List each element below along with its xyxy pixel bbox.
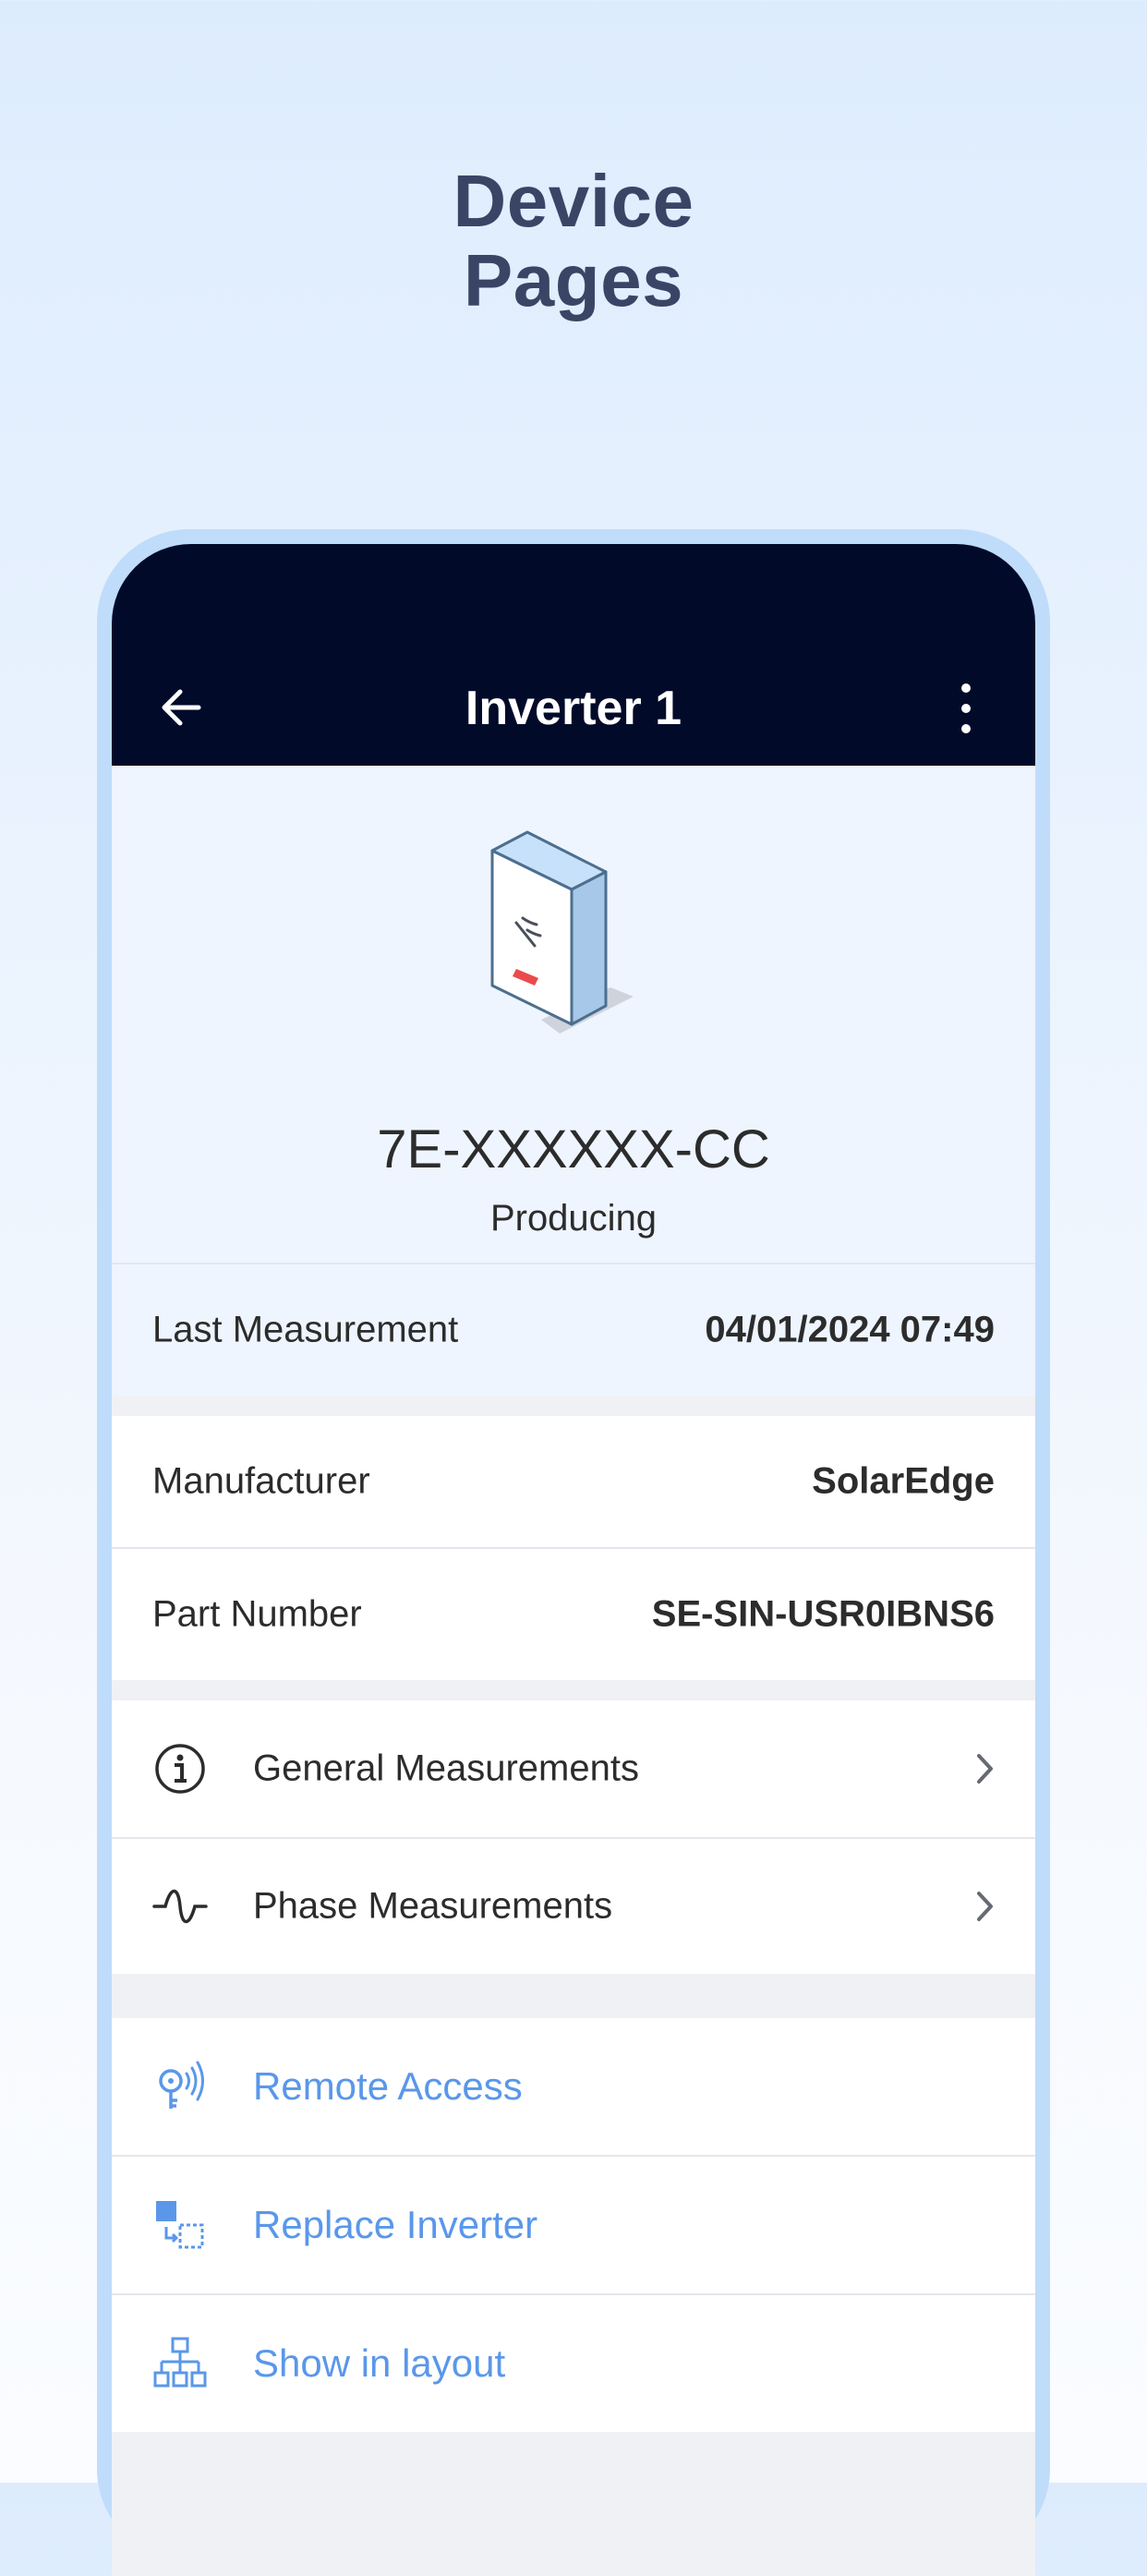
last-measurement-label: Last Measurement (152, 1309, 459, 1350)
device-summary: 7E-XXXXXX-CC Producing (112, 766, 1035, 1263)
more-vertical-icon[interactable] (952, 681, 980, 736)
last-measurement-value: 04/01/2024 07:49 (705, 1309, 995, 1350)
general-measurements-row[interactable]: General Measurements (112, 1700, 1035, 1837)
manufacturer-value: SolarEdge (812, 1460, 995, 1502)
info-circle-icon (155, 1744, 205, 1794)
device-serial: 7E-XXXXXX-CC (377, 1119, 770, 1179)
general-measurements-label: General Measurements (253, 1748, 639, 1789)
page-title: Inverter 1 (465, 682, 682, 735)
chevron-right-icon (977, 1754, 993, 1784)
detail-row-manufacturer: Manufacturer SolarEdge (112, 1416, 1035, 1547)
replace-inverter-label: Replace Inverter (253, 2203, 538, 2246)
chevron-right-icon (977, 1892, 993, 1921)
replace-icon (156, 2201, 204, 2249)
remote-access-label: Remote Access (253, 2064, 523, 2108)
last-measurement-row: Last Measurement 04/01/2024 07:49 (112, 1263, 1035, 1396)
part-number-value: SE-SIN-USR0IBNS6 (651, 1593, 995, 1635)
headline: Device Pages (0, 162, 1147, 320)
inverter-device-icon (490, 830, 634, 1034)
remote-key-icon (159, 2061, 204, 2109)
sine-wave-icon (152, 1889, 208, 1924)
detail-row-part-number: Part Number SE-SIN-USR0IBNS6 (112, 1547, 1035, 1680)
phase-measurements-row[interactable]: Phase Measurements (112, 1837, 1035, 1974)
app-screen: Inverter 1 7E-XXXXXX-CC Producing Last M… (112, 544, 1035, 2576)
manufacturer-label: Manufacturer (152, 1460, 370, 1502)
headline-line-2: Pages (463, 239, 684, 321)
phase-measurements-label: Phase Measurements (253, 1885, 613, 1927)
part-number-label: Part Number (152, 1593, 362, 1635)
device-status: Producing (489, 1198, 658, 1239)
show-in-layout-label: Show in layout (253, 2341, 506, 2385)
headline-line-1: Device (453, 160, 694, 242)
show-in-layout-row[interactable]: Show in layout (112, 2293, 1035, 2432)
replace-inverter-row[interactable]: Replace Inverter (112, 2155, 1035, 2293)
phone-frame: Inverter 1 7E-XXXXXX-CC Producing Last M… (97, 529, 1050, 2576)
remote-access-row[interactable]: Remote Access (112, 2018, 1035, 2155)
app-bar: Inverter 1 (112, 544, 1035, 766)
hierarchy-icon (153, 2337, 207, 2388)
